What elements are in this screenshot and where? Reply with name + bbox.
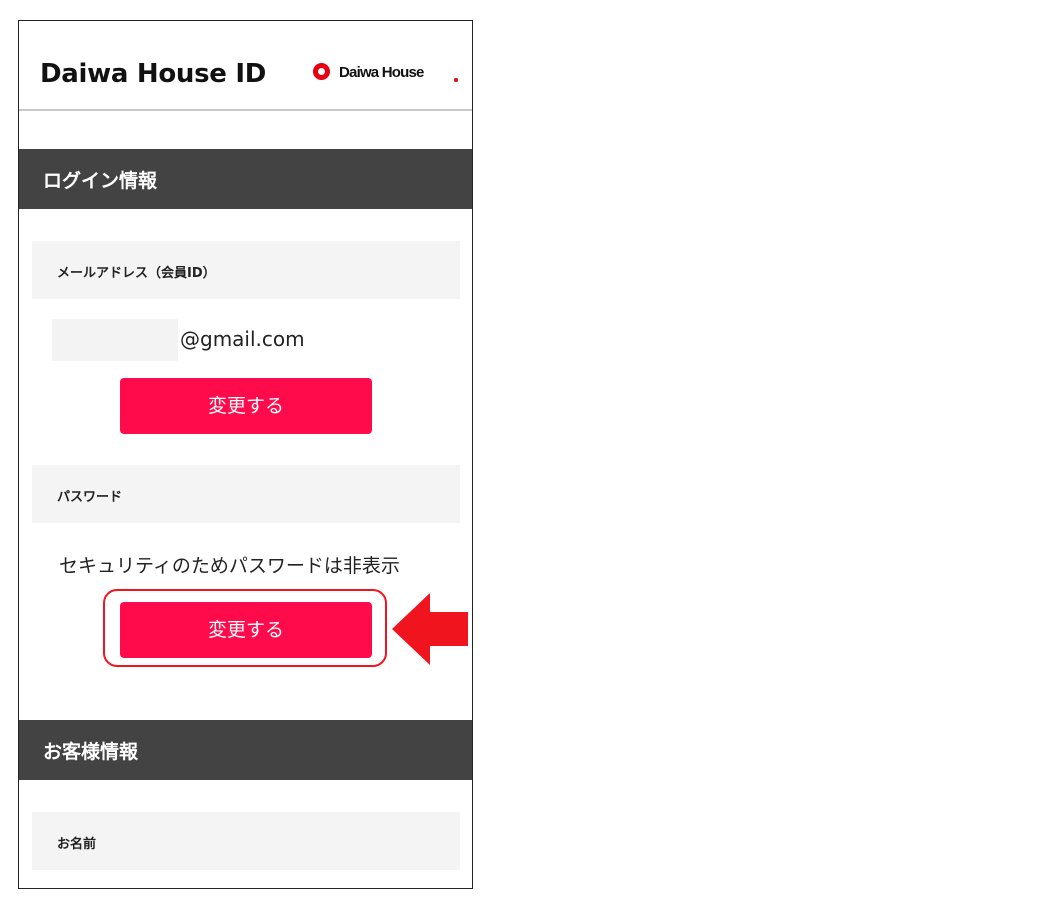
name-label-row: お名前 (32, 812, 460, 870)
phone-screen: Daiwa House ID Daiwa House ログイン情報 メールアドレ… (18, 20, 473, 889)
section-title: ログイン情報 (43, 170, 158, 192)
daiwa-house-logo-icon (313, 63, 330, 80)
brand-dot-icon (454, 78, 458, 82)
email-redacted-area (52, 319, 178, 361)
section-title: お客様情報 (43, 741, 139, 763)
customer-info-section-header: お客様情報 (19, 720, 472, 780)
name-label: お名前 (57, 837, 97, 852)
left-arrow-icon (392, 593, 468, 665)
annotation-highlight-box (103, 589, 387, 667)
brand-name: Daiwa House (339, 64, 424, 81)
password-label: パスワード (57, 490, 123, 505)
app-title: Daiwa House ID (40, 59, 267, 89)
login-info-section-header: ログイン情報 (19, 149, 472, 209)
email-value: @gmail.com (180, 327, 305, 351)
email-label-row: メールアドレス（会員ID） (32, 241, 460, 299)
email-label: メールアドレス（会員ID） (57, 266, 216, 281)
password-hidden-note: セキュリティのためパスワードは非表示 (59, 555, 400, 577)
app-header: Daiwa House ID Daiwa House (19, 21, 472, 111)
change-email-button[interactable]: 変更する (120, 378, 372, 434)
password-label-row: パスワード (32, 465, 460, 523)
